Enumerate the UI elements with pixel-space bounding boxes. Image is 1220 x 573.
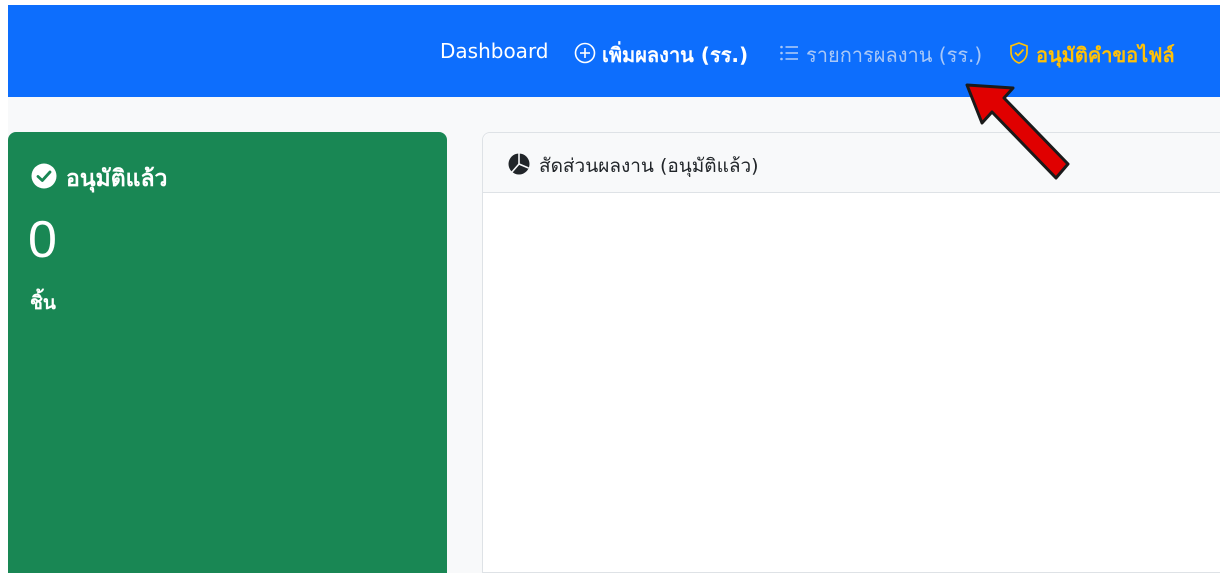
check-circle-icon [30, 162, 58, 196]
nav-add-work[interactable]: เพิ่มผลงาน (รร.) [574, 39, 748, 71]
nav-work-list-label: รายการผลงาน (รร.) [806, 43, 983, 67]
approved-ratio-label: สัดส่วนผลงาน (อนุมัติแล้ว) [539, 155, 759, 177]
nav-work-list[interactable]: รายการผลงาน (รร.) [778, 39, 982, 71]
shield-check-icon [1008, 41, 1030, 70]
approved-count: 0 [28, 211, 57, 269]
approved-ratio-card-header: สัดส่วนผลงาน (อนุมัติแล้ว) [483, 133, 1220, 193]
approved-unit: ชิ้น [30, 292, 56, 314]
nav-approve-requests-label: อนุมัติคำขอไฟล์ [1036, 43, 1175, 67]
approved-stat-title: อนุมัติแล้ว [30, 161, 167, 197]
approved-ratio-card: สัดส่วนผลงาน (อนุมัติแล้ว) [482, 132, 1220, 573]
nav-dashboard[interactable]: Dashboard [440, 39, 549, 63]
nav-add-work-label: เพิ่มผลงาน (รร.) [602, 43, 749, 67]
approved-stat-card: อนุมัติแล้ว 0 ชิ้น [8, 132, 447, 573]
plus-circle-icon [574, 42, 596, 69]
approved-ratio-title: สัดส่วนผลงาน (อนุมัติแล้ว) [507, 151, 759, 181]
app-window: Dashboard เพิ่มผลงาน (รร.) รายการผลงาน (… [0, 0, 1220, 573]
approved-ratio-chart-area [483, 193, 1220, 572]
list-icon [778, 42, 800, 69]
red-arrow-annotation [965, 83, 1070, 180]
nav-approve-requests[interactable]: อนุมัติคำขอไฟล์ [1008, 39, 1175, 71]
nav-dashboard-label: Dashboard [440, 39, 549, 63]
pie-chart-icon [507, 152, 531, 181]
approved-stat-label: อนุมัติแล้ว [66, 166, 168, 192]
